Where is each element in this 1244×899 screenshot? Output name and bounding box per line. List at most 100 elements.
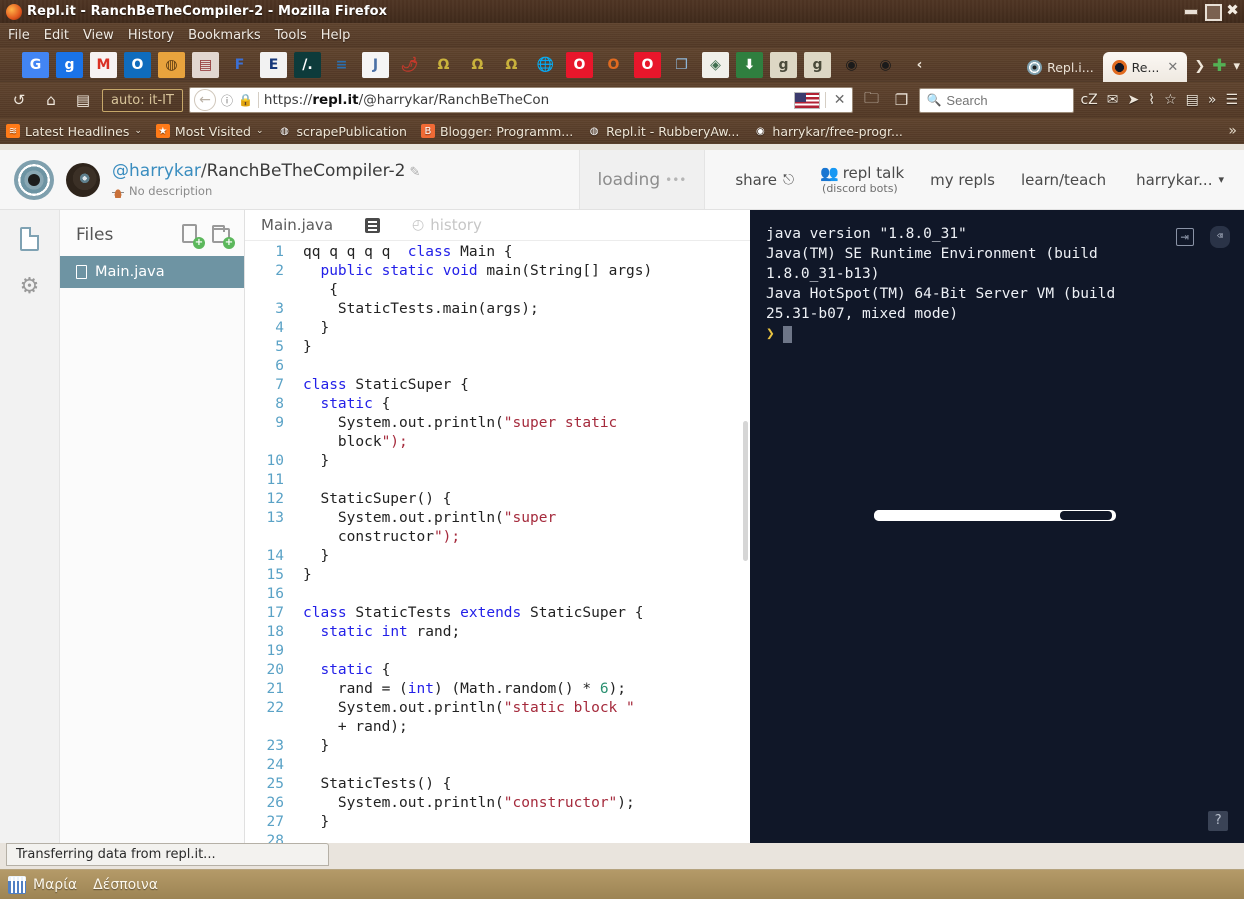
- console-prompt[interactable]: ❯: [766, 324, 1228, 344]
- github-icon-1[interactable]: ◉: [838, 52, 865, 78]
- edit-pencil-icon[interactable]: ✎: [410, 165, 421, 180]
- letter-j-icon[interactable]: J: [362, 51, 389, 78]
- letter-f-icon[interactable]: F: [226, 52, 253, 78]
- home-icon[interactable]: ⌂: [38, 87, 64, 113]
- menu-bookmarks[interactable]: Bookmarks: [188, 28, 261, 43]
- code-editor[interactable]: 1 2 3 4 5 6 7 8 9 10 11 12 13 14 15 16 17 18 19 20 21 22 23 24 2…: [245, 241, 750, 843]
- code-line[interactable]: }: [303, 452, 750, 471]
- code-line[interactable]: }: [303, 813, 750, 832]
- tab-replit-2[interactable]: Re... ✕: [1102, 52, 1188, 82]
- user-menu[interactable]: harrykar... ▾: [1136, 171, 1224, 189]
- editor-tab-main-java[interactable]: Main.java: [245, 210, 349, 241]
- menu-view[interactable]: View: [83, 28, 114, 43]
- code-line[interactable]: }: [303, 737, 750, 756]
- repl-talk-button[interactable]: 👥 repl talk (discord bots): [820, 164, 904, 195]
- code-line[interactable]: [303, 756, 750, 775]
- chevron-down-icon[interactable]: ⌄: [256, 126, 264, 136]
- globe-icon[interactable]: 🌐: [532, 52, 559, 78]
- code-line[interactable]: [303, 471, 750, 490]
- code-line[interactable]: }: [303, 319, 750, 338]
- tab-replit-1[interactable]: Repl.i...: [1018, 52, 1103, 82]
- console-panel[interactable]: ⇥ ⌫ java version "1.8.0_31" Java(TM) SE …: [750, 210, 1244, 843]
- site-info-icon[interactable]: ⓘ: [221, 92, 233, 109]
- gmail-icon[interactable]: M: [90, 51, 117, 78]
- reader-view-icon[interactable]: ▤: [70, 87, 96, 113]
- menu-history[interactable]: History: [128, 28, 174, 43]
- rail-files-icon[interactable]: [18, 226, 42, 252]
- letter-g-icon-2[interactable]: g: [804, 51, 831, 78]
- share-button[interactable]: share ⎋: [735, 171, 794, 189]
- menu-help[interactable]: Help: [321, 28, 351, 43]
- documents-icon[interactable]: ❐: [668, 52, 695, 78]
- editor-tab-history[interactable]: ◴ history: [396, 210, 498, 241]
- code-line[interactable]: {: [303, 281, 750, 300]
- reload-icon[interactable]: ↺: [6, 87, 32, 113]
- menu-edit[interactable]: Edit: [44, 28, 69, 43]
- code-line[interactable]: block");: [303, 433, 750, 452]
- code-line[interactable]: rand = (int) (Math.random() * 6);: [303, 680, 750, 699]
- code-line[interactable]: StaticSuper() {: [303, 490, 750, 509]
- search-input[interactable]: [946, 92, 1068, 108]
- chili-pepper-icon[interactable]: 🌶: [396, 52, 423, 78]
- opera-red-icon-2[interactable]: O: [634, 51, 661, 78]
- clock-circle-icon[interactable]: ◍: [158, 51, 185, 78]
- code-line[interactable]: static {: [303, 661, 750, 680]
- outlook-icon[interactable]: O: [124, 51, 151, 78]
- rss-icon[interactable]: ⌇: [1148, 92, 1155, 108]
- hamburger-menu-icon[interactable]: ☰: [1225, 92, 1238, 108]
- close-icon[interactable]: ✕: [1167, 60, 1178, 75]
- new-tab-icon[interactable]: ✚: [1212, 56, 1226, 76]
- code-line[interactable]: static int rand;: [303, 623, 750, 642]
- letter-e-icon[interactable]: E: [260, 51, 287, 78]
- my-repls-link[interactable]: my repls: [930, 171, 995, 189]
- bookmark-blogger[interactable]: B Blogger: Programm...: [420, 124, 573, 139]
- code-content[interactable]: qq q q q q class Main { public static vo…: [293, 241, 750, 843]
- tab-dropdown-icon[interactable]: ▾: [1233, 59, 1240, 74]
- opera-orange-icon-1[interactable]: O: [600, 52, 627, 78]
- list-all-tabs-icon[interactable]: ❯: [1194, 59, 1205, 74]
- add-folder-icon[interactable]: +: [212, 224, 235, 249]
- horseshoe-icon-1[interactable]: Ω: [430, 52, 457, 78]
- chevron-down-icon[interactable]: ⌄: [134, 126, 142, 136]
- taskbar-app-maria[interactable]: Μαρία: [8, 875, 77, 894]
- bookmarks-overflow-icon[interactable]: »: [1228, 123, 1237, 139]
- clipboard-icon[interactable]: ▤: [1186, 92, 1199, 108]
- code-line[interactable]: System.out.println("super: [303, 509, 750, 528]
- cz-icon[interactable]: cZ: [1080, 92, 1097, 108]
- code-line[interactable]: class StaticTests extends StaticSuper {: [303, 604, 750, 623]
- code-line[interactable]: + rand);: [303, 718, 750, 737]
- address-bar[interactable]: ← ⓘ 🔒 https://repl.it/@harrykar/RanchBeT…: [188, 87, 854, 113]
- rail-settings-icon[interactable]: ⚙: [18, 274, 42, 300]
- mail-icon[interactable]: ✉: [1107, 92, 1119, 108]
- console-clear-icon[interactable]: ⌫: [1209, 226, 1230, 248]
- bookmark-most-visited[interactable]: ★ Most Visited ⌄: [155, 124, 264, 139]
- code-line[interactable]: StaticTests() {: [303, 775, 750, 794]
- code-line[interactable]: System.out.println("static block ": [303, 699, 750, 718]
- help-button[interactable]: ?: [1208, 811, 1228, 831]
- slash-icon[interactable]: /.: [294, 51, 321, 78]
- code-line[interactable]: public static void main(String[] args): [303, 262, 750, 281]
- code-line[interactable]: }: [303, 338, 750, 357]
- close-button[interactable]: ✖: [1224, 2, 1241, 19]
- telegram-icon[interactable]: ➤: [1127, 92, 1139, 108]
- maximize-button[interactable]: [1203, 2, 1222, 21]
- code-line[interactable]: }: [303, 566, 750, 585]
- language-indicator[interactable]: auto: it-IT: [102, 88, 183, 112]
- horseshoe-icon-3[interactable]: Ω: [498, 52, 525, 78]
- books-stack-icon[interactable]: ≡: [328, 52, 355, 78]
- file-item-main-java[interactable]: Main.java: [60, 256, 244, 288]
- replit-logo-icon[interactable]: [14, 159, 54, 200]
- code-line[interactable]: qq q q q q class Main {: [303, 243, 750, 262]
- code-line[interactable]: System.out.println("super static: [303, 414, 750, 433]
- code-line[interactable]: class StaticSuper {: [303, 376, 750, 395]
- window-controls[interactable]: ✖: [1182, 2, 1241, 21]
- taskbar-app-despoina[interactable]: Δέσποινα: [93, 877, 158, 893]
- bookmark-github-freeprog[interactable]: ◉ harrykar/free-progr...: [753, 124, 903, 139]
- menu-file[interactable]: File: [8, 28, 30, 43]
- console-open-new-icon[interactable]: ⇥: [1175, 228, 1194, 246]
- minimize-button[interactable]: [1182, 2, 1199, 19]
- download-icon[interactable]: ⬇: [736, 51, 763, 78]
- bookmark-replit-rubbery[interactable]: ◍ Repl.it - RubberyAw...: [587, 124, 740, 139]
- url-text[interactable]: https://repl.it/@harrykar/RanchBeTheCon: [264, 92, 789, 108]
- window-layout-icon[interactable]: ❐: [889, 88, 913, 112]
